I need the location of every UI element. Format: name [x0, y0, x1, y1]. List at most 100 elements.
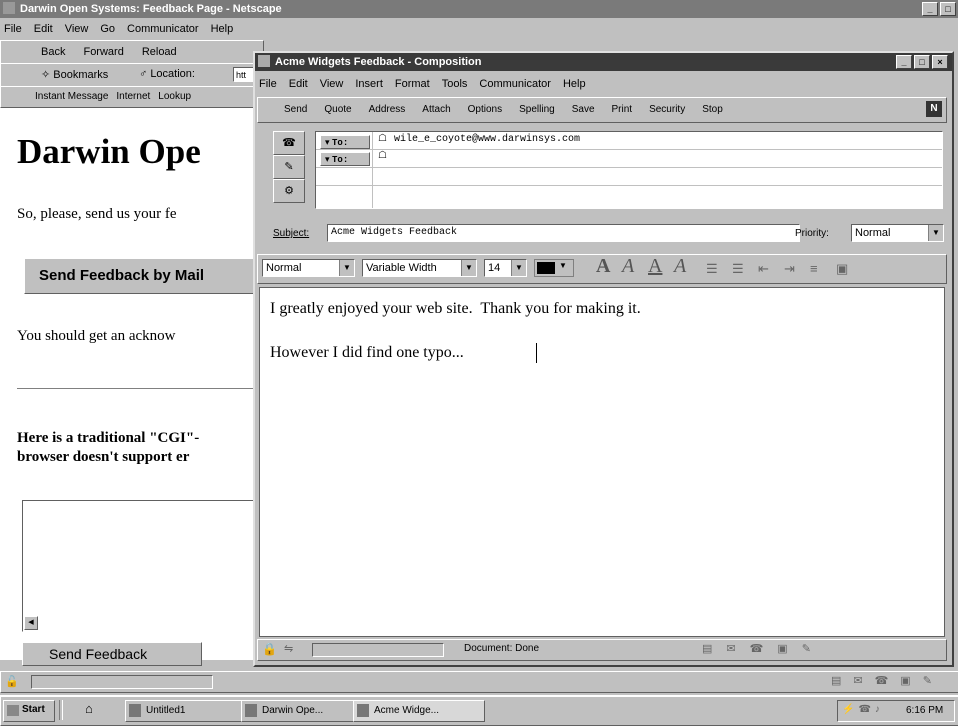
task-untitled1[interactable]: Untitled1 [125, 700, 257, 722]
reload-button[interactable]: Reload [142, 41, 177, 63]
to-address-input[interactable]: wile_e_coyote@www.darwinsys.com [394, 134, 580, 145]
compose-window: Acme Widgets Feedback - Composition _ □ … [253, 51, 954, 667]
compose-menu-tools[interactable]: Tools [442, 75, 468, 93]
windows-logo-icon [7, 705, 19, 716]
forward-button[interactable]: Forward [83, 41, 123, 63]
textarea-scroll-left[interactable]: ◀ [24, 616, 38, 630]
toolbar-send[interactable]: Send [284, 98, 307, 122]
increase-indent-icon[interactable]: ⇥ [784, 261, 795, 277]
maximize-button[interactable]: □ [940, 2, 956, 16]
toolbar-stop[interactable]: Stop [702, 98, 723, 122]
font-face-select[interactable]: Variable Width ▼ [362, 259, 477, 277]
menu-edit[interactable]: Edit [34, 20, 53, 38]
toolbar-security[interactable]: Security [649, 98, 685, 122]
toolbar-quote[interactable]: Quote [324, 98, 351, 122]
options-tab-icon[interactable]: ⚙ [273, 179, 305, 203]
menu-go[interactable]: Go [100, 20, 115, 38]
minimize-button[interactable]: _ [922, 2, 938, 16]
compose-menu-view[interactable]: View [320, 75, 344, 93]
compose-progress-bar [312, 643, 444, 657]
paragraph-style-select[interactable]: Normal ▼ [262, 259, 355, 277]
compose-title-bar[interactable]: Acme Widgets Feedback - Composition _ □ … [255, 53, 952, 71]
compose-maximize-button[interactable]: □ [914, 55, 930, 69]
start-label: Start [22, 704, 45, 715]
intro-text: So, please, send us your fe [17, 206, 177, 222]
decrease-indent-icon[interactable]: ⇤ [758, 261, 769, 277]
compose-icon [357, 704, 369, 717]
component-bar-icons: ▤✉☎▣✎ [831, 675, 944, 687]
location-icon: ♂ [139, 68, 151, 80]
start-button[interactable]: Start [3, 700, 55, 722]
toolbar-options[interactable]: Options [468, 98, 502, 122]
toolbar-spelling[interactable]: Spelling [519, 98, 555, 122]
compose-menu-help[interactable]: Help [563, 75, 586, 93]
compose-menu-edit[interactable]: Edit [289, 75, 308, 93]
compose-menu-format[interactable]: Format [395, 75, 430, 93]
text-color-button[interactable]: ▼ [534, 259, 574, 277]
internet-link[interactable]: Internet [116, 87, 150, 107]
underline-icon[interactable]: A [648, 255, 662, 278]
insert-object-icon[interactable]: ▣ [836, 261, 848, 277]
bookmarks-button[interactable]: ✧ Bookmarks [41, 68, 108, 81]
subject-label: Subject: [273, 228, 310, 239]
chevron-down-icon: ▼ [928, 225, 943, 241]
compose-title: Acme Widgets Feedback - Composition [275, 56, 482, 68]
send-feedback-button[interactable]: Send Feedback [22, 642, 202, 666]
taskbar: Start ⌂ Untitled1 Darwin Ope... Acme Wid… [0, 695, 958, 726]
compose-minimize-button[interactable]: _ [896, 55, 912, 69]
bullet-list-icon[interactable]: ☰ [706, 261, 718, 277]
menu-view[interactable]: View [65, 20, 89, 38]
recipient-divider-2 [316, 167, 942, 168]
browser-title: Darwin Open Systems: Feedback Page - Net… [20, 3, 282, 15]
clear-styles-icon[interactable]: A [674, 255, 686, 278]
italic-icon[interactable]: A [622, 255, 634, 278]
recipient-divider-1 [316, 149, 942, 150]
task-acme-widgets[interactable]: Acme Widge... [353, 700, 485, 722]
to-field-selector-1[interactable]: ▾ To: [320, 135, 370, 149]
chevron-down-icon: ▼ [461, 260, 476, 276]
toolbar-save[interactable]: Save [572, 98, 595, 122]
font-size-select[interactable]: 14 ▼ [484, 259, 527, 277]
location-label: ♂ Location: [139, 68, 195, 80]
compose-close-button[interactable]: × [932, 55, 948, 69]
instant-message-link[interactable]: Instant Message [35, 87, 108, 107]
clock: 6:16 PM [906, 705, 944, 716]
bold-icon[interactable]: A [596, 255, 610, 278]
cgi-text-line2: browser doesn't support er [17, 449, 190, 465]
color-swatch [537, 262, 555, 274]
menu-help[interactable]: Help [211, 20, 234, 38]
feedback-textarea[interactable] [22, 500, 264, 632]
send-feedback-label: Send Feedback [49, 646, 148, 662]
progress-bar [31, 675, 213, 689]
attachments-tab-icon[interactable]: ✎ [273, 155, 305, 179]
chevron-down-icon: ▼ [339, 260, 354, 276]
subject-input[interactable]: Acme Widgets Feedback [327, 224, 800, 242]
address-tab-icon[interactable]: ☎ [273, 131, 305, 155]
numbered-list-icon[interactable]: ☰ [732, 261, 744, 277]
toolbar-address[interactable]: Address [369, 98, 406, 122]
horizontal-rule [17, 388, 262, 390]
compose-menu-communicator[interactable]: Communicator [479, 75, 551, 93]
toolbar-print[interactable]: Print [612, 98, 633, 122]
compose-menu-insert[interactable]: Insert [355, 75, 383, 93]
chevron-down-icon: ▼ [559, 261, 567, 270]
menu-file[interactable]: File [4, 20, 22, 38]
send-feedback-by-mail-button[interactable]: Send Feedback by Mail [24, 258, 266, 294]
to-field-selector-2[interactable]: ▾ To: [320, 152, 370, 166]
priority-select[interactable]: Normal ▼ [851, 224, 944, 242]
desktop-icon[interactable]: ⌂ [85, 701, 93, 716]
send-feedback-by-mail-label: Send Feedback by Mail [39, 267, 205, 284]
document-icon [129, 704, 141, 717]
back-button[interactable]: Back [41, 41, 65, 63]
alignment-icon[interactable]: ≡ [810, 261, 818, 276]
message-body-editor[interactable]: I greatly enjoyed your web site. Thank y… [259, 287, 945, 637]
task-darwin-open[interactable]: Darwin Ope... [241, 700, 367, 722]
compose-toolbar: Send Quote Address Attach Options Spelling Sav… [257, 97, 947, 123]
browser-content: Darwin Ope So, please, send us your fe S… [0, 108, 266, 666]
browser-title-bar[interactable]: Darwin Open Systems: Feedback Page - Net… [0, 0, 958, 18]
menu-communicator[interactable]: Communicator [127, 20, 199, 38]
browser-status-bar: 🔓 ▤✉☎▣✎ [0, 671, 958, 693]
toolbar-attach[interactable]: Attach [422, 98, 450, 122]
compose-menu-file[interactable]: File [259, 75, 277, 93]
lookup-link[interactable]: Lookup [158, 87, 191, 107]
